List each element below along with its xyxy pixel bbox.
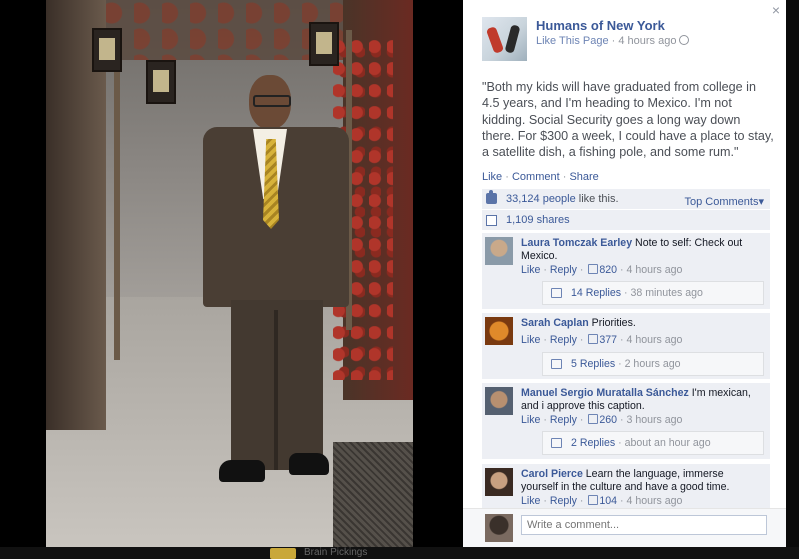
reply-icon <box>551 359 562 369</box>
comment-item: Laura Tomczak Earley Note to self: Check… <box>482 233 770 309</box>
comment-meta: Like · Reply · 377 · 4 hours ago <box>521 334 683 346</box>
post-caption: "Both my kids will have graduated from c… <box>482 80 774 160</box>
shares-summary: 1,109 shares <box>482 210 770 230</box>
page-header: Humans of New York Like This Page · 4 ho… <box>482 17 772 61</box>
comment-author[interactable]: Laura Tomczak Earley <box>521 237 632 249</box>
close-icon[interactable]: × <box>772 2 780 18</box>
comment-item: Sarah Caplan Priorities. Like · Reply · … <box>482 313 770 379</box>
comment-reply-link[interactable]: Reply <box>550 264 577 276</box>
comment-meta: Like · Reply · 820 · 4 hours ago <box>521 264 683 276</box>
comment-text: Priorities. <box>588 317 636 329</box>
avatar[interactable] <box>485 468 513 496</box>
thumbs-up-icon <box>588 264 599 274</box>
replies-count: 14 Replies <box>571 287 622 299</box>
comment-item: Manuel Sergio Muratalla Sánchez I'm mexi… <box>482 383 770 459</box>
brain-pickings-icon <box>270 548 296 559</box>
comment-reply-link[interactable]: Reply <box>550 495 577 507</box>
globe-icon <box>679 35 690 45</box>
share-icon <box>486 215 497 226</box>
replies-count: 5 Replies <box>571 358 616 370</box>
thumbs-up-icon <box>588 414 599 424</box>
share-link[interactable]: Share <box>569 171 598 183</box>
comment-like-link[interactable]: Like <box>521 264 540 276</box>
page-meta: Like This Page · 4 hours ago <box>536 35 690 47</box>
photo-canopy <box>106 0 343 60</box>
post-photo[interactable] <box>46 0 413 547</box>
lantern-icon <box>146 60 176 104</box>
comment-like-count[interactable]: 377 <box>599 334 617 346</box>
comment-meta: Like · Reply · 104 · 4 hours ago <box>521 495 683 507</box>
scrollbar[interactable] <box>786 0 799 547</box>
comment-link[interactable]: Comment <box>512 171 560 183</box>
comment-reply-link[interactable]: Reply <box>550 414 577 426</box>
likes-count-link[interactable]: 33,124 people <box>506 193 576 205</box>
likes-summary: 33,124 people like this. Top Comments▾ <box>482 189 770 209</box>
replies-link[interactable]: 2 Replies · about an hour ago <box>542 431 764 455</box>
shares-count-link[interactable]: 1,109 shares <box>506 214 570 226</box>
comment-item: Carol Pierce Learn the language, immerse… <box>482 464 770 510</box>
replies-time: 2 hours ago <box>624 358 681 370</box>
replies-time: 38 minutes ago <box>630 287 703 299</box>
replies-link[interactable]: 14 Replies · 38 minutes ago <box>542 281 764 305</box>
thumbs-up-icon <box>486 190 497 204</box>
comment-like-count[interactable]: 104 <box>599 495 617 507</box>
page-name-link[interactable]: Humans of New York <box>536 18 665 33</box>
replies-count: 2 Replies <box>571 437 616 449</box>
lantern-icon <box>92 28 122 72</box>
comment-time[interactable]: 4 hours ago <box>626 495 682 507</box>
like-link[interactable]: Like <box>482 171 502 183</box>
comment-composer <box>463 508 786 547</box>
reply-icon <box>551 438 562 448</box>
lantern-icon <box>309 22 339 66</box>
comment-author[interactable]: Manuel Sergio Muratalla Sánchez <box>521 387 689 399</box>
comment-time[interactable]: 4 hours ago <box>626 264 682 276</box>
replies-time: about an hour ago <box>624 437 711 449</box>
avatar[interactable] <box>485 387 513 415</box>
avatar <box>485 514 513 542</box>
photo-subject <box>201 75 351 495</box>
thumbs-up-icon <box>588 334 599 344</box>
photo-pole <box>114 30 120 360</box>
post-side-panel: × Humans of New York Like This Page · 4 … <box>463 0 786 547</box>
reply-icon <box>551 288 562 298</box>
comment-author[interactable]: Sarah Caplan <box>521 317 589 329</box>
comment-like-count[interactable]: 820 <box>599 264 617 276</box>
bottom-bar: Brain Pickings <box>0 547 799 559</box>
avatar[interactable] <box>485 237 513 265</box>
thumbs-up-icon <box>588 495 599 505</box>
avatar[interactable] <box>485 317 513 345</box>
like-page-link[interactable]: Like This Page <box>536 35 609 47</box>
bottom-bar-label[interactable]: Brain Pickings <box>304 547 367 558</box>
comment-input[interactable] <box>521 515 767 535</box>
comment-like-count[interactable]: 260 <box>599 414 617 426</box>
page-avatar[interactable] <box>482 17 527 61</box>
comment-author[interactable]: Carol Pierce <box>521 468 583 480</box>
comment-time[interactable]: 3 hours ago <box>626 414 682 426</box>
replies-link[interactable]: 5 Replies · 2 hours ago <box>542 352 764 376</box>
post-timestamp[interactable]: 4 hours ago <box>618 35 676 47</box>
top-comments-dropdown[interactable]: Top Comments▾ <box>685 195 765 208</box>
comment-like-link[interactable]: Like <box>521 495 540 507</box>
comment-time[interactable]: 4 hours ago <box>626 334 682 346</box>
comment-like-link[interactable]: Like <box>521 334 540 346</box>
comment-reply-link[interactable]: Reply <box>550 334 577 346</box>
post-actions: Like · Comment · Share <box>482 171 599 183</box>
comment-meta: Like · Reply · 260 · 3 hours ago <box>521 414 683 426</box>
comment-like-link[interactable]: Like <box>521 414 540 426</box>
